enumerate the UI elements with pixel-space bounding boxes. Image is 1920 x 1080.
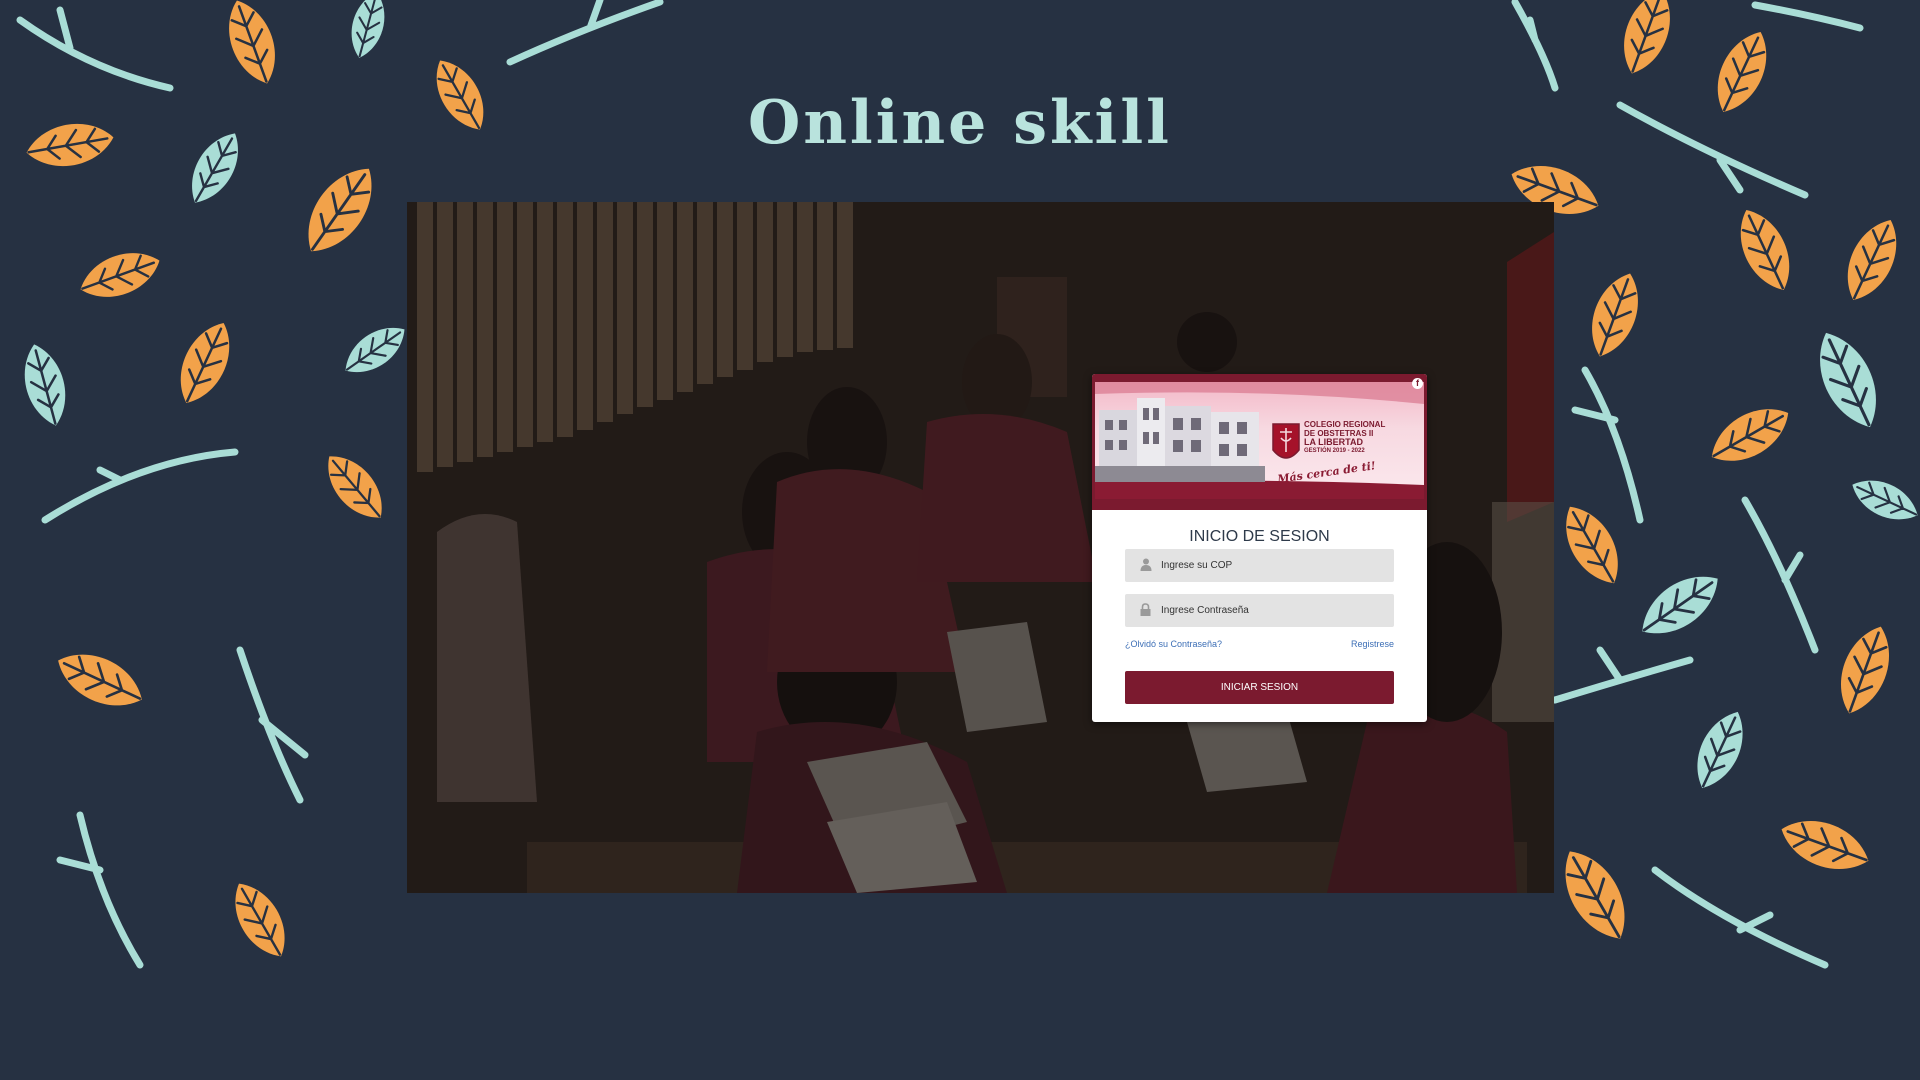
register-link[interactable]: Registrese bbox=[1351, 639, 1394, 649]
login-banner: COLEGIO REGIONAL DE OBSTETRAS II LA LIBE… bbox=[1092, 374, 1427, 510]
lock-icon bbox=[1140, 603, 1151, 616]
forgot-password-link[interactable]: ¿Olvidó su Contraseña? bbox=[1125, 639, 1222, 649]
banner-image: COLEGIO REGIONAL DE OBSTETRAS II LA LIBE… bbox=[1095, 382, 1424, 499]
login-links: ¿Olvidó su Contraseña? Registrese bbox=[1125, 639, 1394, 653]
login-button[interactable]: INICIAR SESION bbox=[1125, 671, 1394, 704]
org-line-1: COLEGIO REGIONAL bbox=[1304, 420, 1386, 429]
org-name: COLEGIO REGIONAL DE OBSTETRAS II LA LIBE… bbox=[1304, 420, 1424, 456]
slide-title: Online skill bbox=[748, 88, 1172, 158]
user-icon bbox=[1140, 558, 1152, 571]
embedded-screenshot: COLEGIO REGIONAL DE OBSTETRAS II LA LIBE… bbox=[407, 202, 1554, 893]
password-input[interactable] bbox=[1161, 594, 1381, 627]
org-line-4: GESTIÓN 2019 - 2022 bbox=[1304, 448, 1365, 454]
cop-input[interactable] bbox=[1161, 549, 1381, 582]
cop-field bbox=[1125, 549, 1394, 582]
org-line-3: LA LIBERTAD bbox=[1304, 437, 1363, 447]
facebook-icon[interactable]: f bbox=[1412, 378, 1423, 389]
password-field bbox=[1125, 594, 1394, 627]
login-form-title: INICIO DE SESION bbox=[1189, 528, 1330, 545]
login-card: COLEGIO REGIONAL DE OBSTETRAS II LA LIBE… bbox=[1092, 374, 1427, 722]
crest-logo bbox=[1272, 423, 1300, 459]
